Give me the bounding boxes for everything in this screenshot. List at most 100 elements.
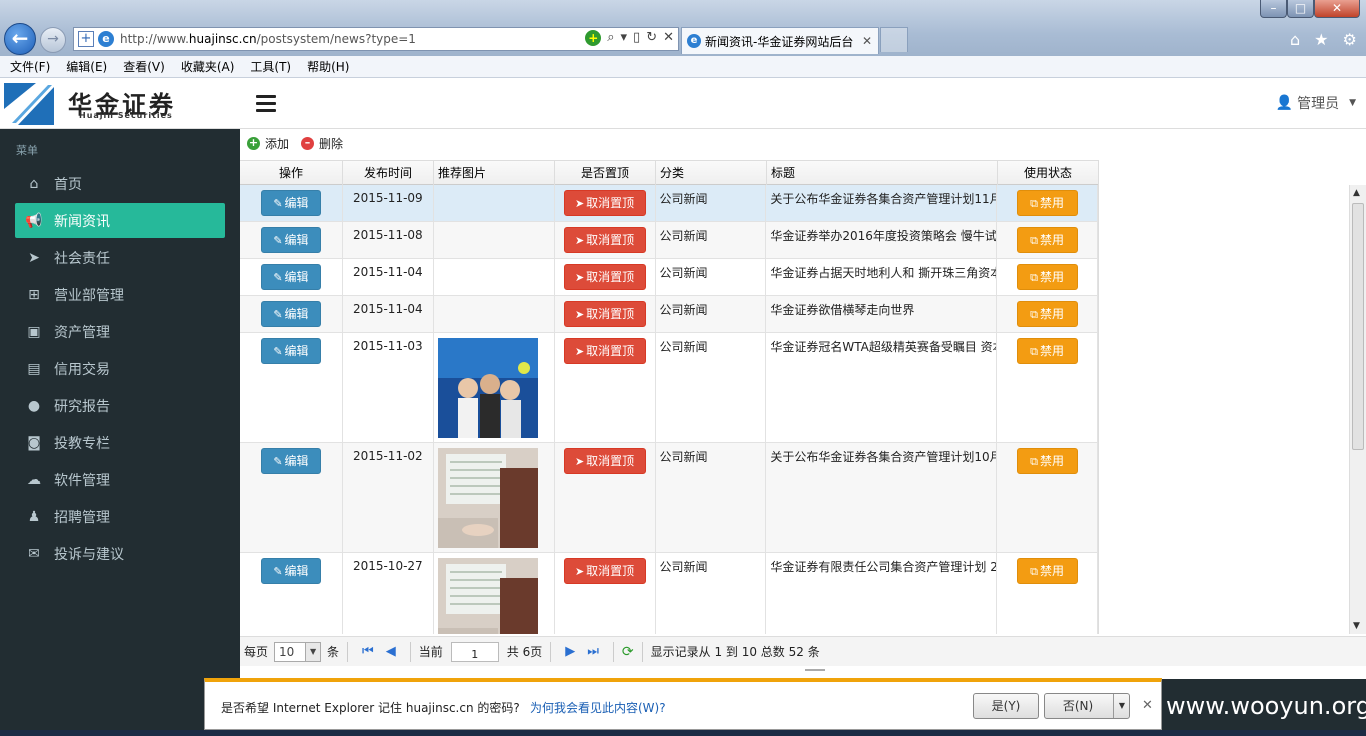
table-row[interactable]: ✎ 编辑 2015-11-09 ➤ 取消置顶 公司新闻 关于公布华金证券各集合资产管理计划1… (240, 185, 1098, 222)
forward-button[interactable]: → (40, 27, 66, 53)
menu-view[interactable]: 查看(V) (123, 56, 165, 77)
sidebar-item-0[interactable]: ⌂ 首页 (15, 166, 225, 201)
compat-page-icon[interactable]: ▯ (633, 30, 640, 46)
sidebar-item-9[interactable]: ♟ 招聘管理 (15, 499, 225, 534)
user-menu[interactable]: 👤 管理员 ▼ (1276, 93, 1356, 113)
col-image[interactable]: 推荐图片 (434, 161, 555, 185)
col-action[interactable]: 操作 (240, 161, 343, 185)
edit-button[interactable]: ✎ 编辑 (260, 448, 321, 474)
tools-gear-icon[interactable]: ⚙ (1343, 30, 1357, 49)
no-button[interactable]: 否(N) ▼ (1044, 693, 1130, 719)
url-text[interactable]: http://www.huajinsc.cn/postsystem/news?t… (120, 32, 416, 46)
sidebar-toggle-icon[interactable] (256, 95, 276, 113)
per-page-select[interactable]: 10 ▼ (274, 641, 322, 662)
sidebar-item-7[interactable]: ◙ 投教专栏 (15, 425, 225, 460)
table-row[interactable]: ✎ 编辑 2015-11-04 ➤ 取消置顶 公司新闻 华金证券欲借横琴走向世界 ⧉ 禁用 (240, 296, 1098, 333)
untop-button[interactable]: ➤ 取消置顶 (563, 227, 646, 253)
col-top[interactable]: 是否置顶 (555, 161, 656, 185)
sidebar-item-3[interactable]: ⊞ 营业部管理 (15, 277, 225, 312)
title-cell[interactable]: 华金证券占据天时地利人和 撕开珠三角资本 (766, 259, 998, 295)
sidebar-item-8[interactable]: ☁ 软件管理 (15, 462, 225, 497)
delete-button[interactable]: – 删除 (301, 135, 343, 152)
disable-button[interactable]: ⧉ 禁用 (1016, 227, 1078, 253)
logo[interactable]: 华金证券 Huajin Securities (0, 79, 240, 129)
menu-tools[interactable]: 工具(T) (250, 56, 291, 77)
horizontal-scroll-grip[interactable] (805, 669, 825, 671)
dropdown-icon[interactable]: ▾ (621, 30, 628, 46)
col-title[interactable]: 标题 (767, 161, 998, 185)
new-tab-button[interactable] (880, 27, 908, 52)
back-button[interactable]: ← (4, 23, 36, 55)
sidebar-item-5[interactable]: ▤ 信用交易 (15, 351, 225, 386)
edit-button[interactable]: ✎ 编辑 (260, 558, 321, 584)
title-cell[interactable]: 华金证券欲借横琴走向世界 (766, 296, 998, 332)
minimize-button[interactable]: – (1260, 0, 1287, 18)
table-row[interactable]: ✎ 编辑 2015-11-02 ➤ 取消置顶 公司新闻 关于公布华金证券各集合资产管理计划1… (240, 443, 1098, 553)
untop-button[interactable]: ➤ 取消置顶 (563, 264, 646, 290)
sidebar-item-10[interactable]: ✉ 投诉与建议 (15, 536, 225, 571)
next-page-icon[interactable]: ▶ (565, 644, 575, 659)
col-category[interactable]: 分类 (656, 161, 767, 185)
tab-close-icon[interactable]: ✕ (862, 34, 872, 48)
sidebar-item-4[interactable]: ▣ 资产管理 (15, 314, 225, 349)
sidebar-item-6[interactable]: ● 研究报告 (15, 388, 225, 423)
address-bar[interactable]: + e http://www.huajinsc.cn/postsystem/ne… (73, 27, 679, 51)
disable-button[interactable]: ⧉ 禁用 (1016, 558, 1078, 584)
menu-help[interactable]: 帮助(H) (307, 56, 349, 77)
title-cell[interactable]: 关于公布华金证券各集合资产管理计划10月 (766, 443, 998, 552)
edit-button[interactable]: ✎ 编辑 (260, 227, 321, 253)
close-notification-icon[interactable]: ✕ (1142, 698, 1153, 713)
edit-button[interactable]: ✎ 编辑 (260, 338, 321, 364)
compatibility-view-icon[interactable]: + (585, 30, 602, 46)
refresh-icon[interactable]: ⟳ (622, 644, 634, 660)
prev-page-icon[interactable]: ◀ (386, 644, 396, 659)
untop-button[interactable]: ➤ 取消置顶 (563, 338, 646, 364)
refresh-icon[interactable]: ↻ (646, 30, 657, 46)
last-page-icon[interactable]: ⏭ (587, 644, 599, 659)
untop-button[interactable]: ➤ 取消置顶 (563, 558, 646, 584)
table-row[interactable]: ✎ 编辑 2015-11-08 ➤ 取消置顶 公司新闻 华金证券举办2016年度投资策略会 … (240, 222, 1098, 259)
edit-button[interactable]: ✎ 编辑 (260, 190, 321, 216)
disable-button[interactable]: ⧉ 禁用 (1016, 190, 1078, 216)
vertical-scrollbar[interactable]: ▲ ▼ (1349, 185, 1366, 634)
title-cell[interactable]: 华金证券有限责任公司集合资产管理计划 2 (766, 553, 998, 634)
stop-icon[interactable]: ✕ (663, 30, 674, 46)
scroll-thumb[interactable] (1352, 203, 1364, 450)
maximize-button[interactable]: □ (1287, 0, 1314, 18)
add-button[interactable]: + 添加 (247, 135, 289, 152)
first-page-icon[interactable]: ⏮ (362, 644, 374, 659)
search-icon[interactable]: ⌕ (607, 30, 614, 46)
yes-button[interactable]: 是(Y) (973, 693, 1039, 719)
sidebar-item-1[interactable]: 📢 新闻资讯 (15, 203, 225, 238)
browser-tab-active[interactable]: e 新闻资讯-华金证券网站后台 ✕ (681, 27, 879, 54)
disable-button[interactable]: ⧉ 禁用 (1016, 264, 1078, 290)
close-window-button[interactable]: ✕ (1314, 0, 1360, 18)
sidebar-item-2[interactable]: ➤ 社会责任 (15, 240, 225, 275)
disable-button[interactable]: ⧉ 禁用 (1016, 301, 1078, 327)
scroll-up-icon[interactable]: ▲ (1353, 188, 1360, 198)
title-cell[interactable]: 华金证券举办2016年度投资策略会 慢牛试 (766, 222, 998, 258)
untop-button[interactable]: ➤ 取消置顶 (563, 448, 646, 474)
disable-button[interactable]: ⧉ 禁用 (1016, 448, 1078, 474)
untop-button[interactable]: ➤ 取消置顶 (563, 301, 646, 327)
menu-favorites[interactable]: 收藏夹(A) (181, 56, 235, 77)
col-status[interactable]: 使用状态 (998, 161, 1099, 185)
edit-button[interactable]: ✎ 编辑 (260, 264, 321, 290)
no-dropdown-icon[interactable]: ▼ (1113, 694, 1130, 718)
table-row[interactable]: ✎ 编辑 2015-11-04 ➤ 取消置顶 公司新闻 华金证券占据天时地利人和 撕开珠三角… (240, 259, 1098, 296)
why-link[interactable]: 为何我会看见此内容(W)? (530, 699, 666, 716)
menu-edit[interactable]: 编辑(E) (66, 56, 107, 77)
col-date[interactable]: 发布时间 (343, 161, 434, 185)
untop-button[interactable]: ➤ 取消置顶 (563, 190, 646, 216)
scroll-down-icon[interactable]: ▼ (1353, 621, 1360, 631)
favorites-star-icon[interactable]: ★ (1314, 30, 1328, 49)
home-icon[interactable]: ⌂ (1290, 30, 1300, 49)
title-cell[interactable]: 关于公布华金证券各集合资产管理计划11月 (766, 185, 998, 221)
page-number-input[interactable]: 1 (450, 641, 499, 662)
table-row[interactable]: ✎ 编辑 2015-10-27 ➤ 取消置顶 公司新闻 华金证券有限责任公司集合资产管理计划… (240, 553, 1098, 634)
edit-button[interactable]: ✎ 编辑 (260, 301, 321, 327)
disable-button[interactable]: ⧉ 禁用 (1016, 338, 1078, 364)
table-row[interactable]: ✎ 编辑 2015-11-03 ➤ 取消置顶 公司新闻 华金证券冠名WTA超级精英赛备受瞩目… (240, 333, 1098, 443)
title-cell[interactable]: 华金证券冠名WTA超级精英赛备受瞩目 资本 (766, 333, 998, 442)
menu-file[interactable]: 文件(F) (10, 56, 50, 77)
